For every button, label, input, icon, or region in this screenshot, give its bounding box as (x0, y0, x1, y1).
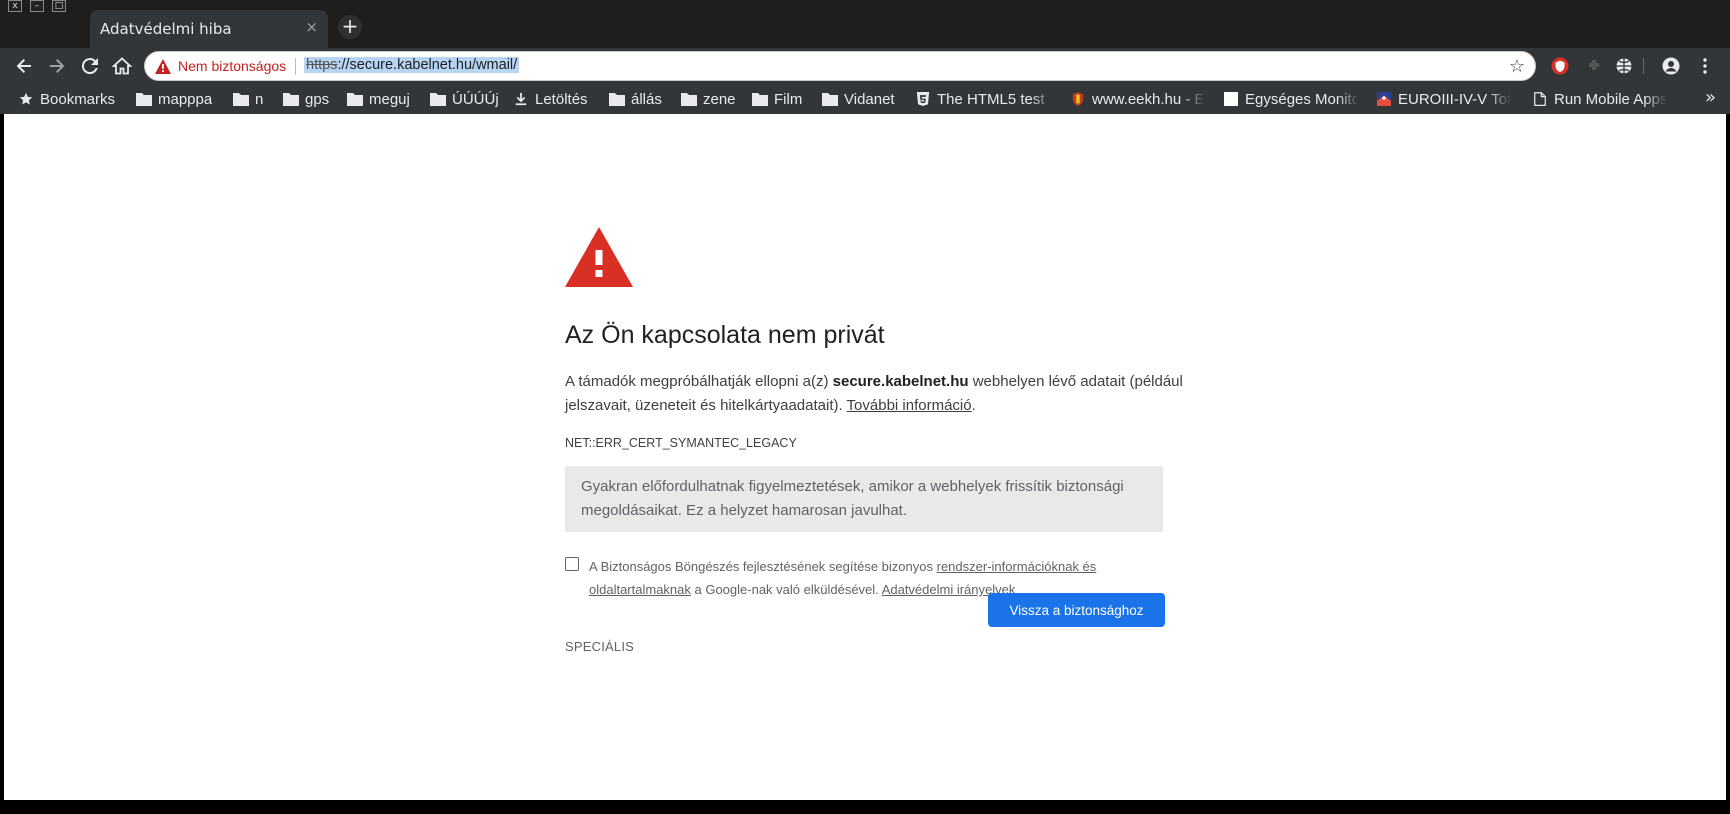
hostname: secure.kabelnet.hu (832, 373, 969, 390)
advanced-button[interactable]: SPECIÁLIS (565, 639, 634, 654)
window-maximize-button[interactable]: □ (52, 0, 66, 12)
bookmark-item[interactable]: Bookmarks (18, 89, 115, 109)
not-secure-chip[interactable]: Nem biztonságos (178, 58, 286, 74)
star-icon (19, 92, 33, 105)
folder-icon (136, 93, 152, 106)
globe-extension-icon[interactable] (1613, 55, 1635, 77)
bookmark-star-icon[interactable]: ☆ (1509, 56, 1525, 77)
folder-icon (233, 93, 249, 106)
toolbar-divider (1643, 58, 1644, 74)
folder-icon (752, 93, 768, 106)
bookmark-item[interactable]: www.eekh.hu - E (1070, 89, 1204, 109)
folder-icon (283, 93, 299, 106)
omnibox-divider (295, 58, 296, 75)
bookmark-item[interactable]: EUROIII-IV-V Tot (1376, 89, 1510, 109)
bookmark-item[interactable]: Egységes Monito (1223, 89, 1357, 109)
warning-triangle-icon (565, 227, 633, 287)
bookmark-item[interactable]: mapppa (136, 89, 212, 109)
folder-icon (681, 93, 697, 106)
new-tab-button[interactable]: + (338, 15, 362, 39)
folder-icon (430, 93, 446, 106)
bookmark-item[interactable]: The HTML5 test - (915, 89, 1049, 109)
tab-strip: x – □ Adatvédelmi hiba × + (0, 0, 1730, 48)
back-to-safety-button[interactable]: Vissza a biztonsághoz (988, 593, 1165, 627)
arrow-left-icon (16, 59, 31, 73)
window-minimize-button[interactable]: – (30, 0, 44, 12)
tab-active[interactable]: Adatvédelmi hiba × (90, 10, 328, 48)
kebab-menu-icon[interactable] (1694, 55, 1716, 77)
bookmark-item[interactable]: állás (609, 89, 662, 109)
account-icon[interactable] (1660, 55, 1682, 77)
explanation-paragraph: A támadók megpróbálhatják ellopni a(z) s… (565, 373, 1183, 414)
bookmark-item[interactable]: meguj (347, 89, 410, 109)
url-text[interactable]: https://secure.kabelnet.hu/wmail/ (304, 57, 520, 73)
url-rest: ://secure.kabelnet.hu/wmail/ (337, 57, 518, 73)
bookmark-item[interactable]: Film (752, 89, 802, 109)
tab-close-icon[interactable]: × (305, 18, 318, 36)
url-scheme: https (306, 57, 338, 73)
blank-page-icon (1224, 92, 1238, 106)
omnibox[interactable]: Nem biztonságos https://secure.kabelnet.… (144, 51, 1536, 81)
page-title: Az Ön kapcsolata nem privát (565, 321, 885, 349)
bookmark-item[interactable]: Run Mobile Apps (1532, 89, 1666, 109)
bookmarks-bar: Bookmarks mapppa n gps meguj ÚÚÚÚj Letöl… (0, 84, 1730, 114)
document-icon (1534, 92, 1546, 106)
more-info-link[interactable]: További információ (847, 397, 972, 414)
folder-icon (822, 93, 838, 106)
bookmark-item[interactable]: zene (681, 89, 736, 109)
toolbar: Nem biztonságos https://secure.kabelnet.… (0, 48, 1730, 84)
tab-title: Adatvédelmi hiba (100, 20, 232, 38)
home-button[interactable] (110, 54, 134, 78)
bookmark-item[interactable]: Letöltés (513, 89, 588, 109)
bookmarks-overflow-icon[interactable]: » (1705, 87, 1716, 108)
bookmark-item[interactable]: Vidanet (822, 89, 895, 109)
arrow-right-icon (50, 59, 65, 73)
folder-icon (609, 93, 625, 106)
forward-button[interactable] (45, 54, 69, 78)
download-icon (515, 92, 527, 106)
bookmark-item[interactable]: ÚÚÚÚj (430, 89, 499, 109)
bookmark-item[interactable]: n (233, 89, 263, 109)
error-code: NET::ERR_CERT_SYMANTEC_LEGACY (565, 436, 797, 450)
flag-icon (1377, 92, 1391, 106)
bookmark-item[interactable]: gps (283, 89, 329, 109)
reload-icon (81, 58, 98, 75)
folder-icon (347, 93, 363, 106)
window-close-button[interactable]: x (8, 0, 22, 12)
home-icon (112, 57, 132, 75)
back-button[interactable] (12, 54, 36, 78)
shield-extension-icon[interactable] (1549, 55, 1571, 77)
notice-box: Gyakran előfordulhatnak figyelmeztetések… (565, 466, 1163, 532)
interstitial-page: Az Ön kapcsolata nem privát A támadók me… (4, 114, 1726, 800)
safe-browsing-checkbox[interactable] (565, 557, 579, 571)
reload-button[interactable] (78, 54, 102, 78)
html5-icon (916, 92, 930, 106)
warning-triangle-icon (155, 59, 171, 74)
crest-icon (1072, 92, 1084, 106)
puzzle-extension-icon[interactable] (1583, 55, 1605, 77)
